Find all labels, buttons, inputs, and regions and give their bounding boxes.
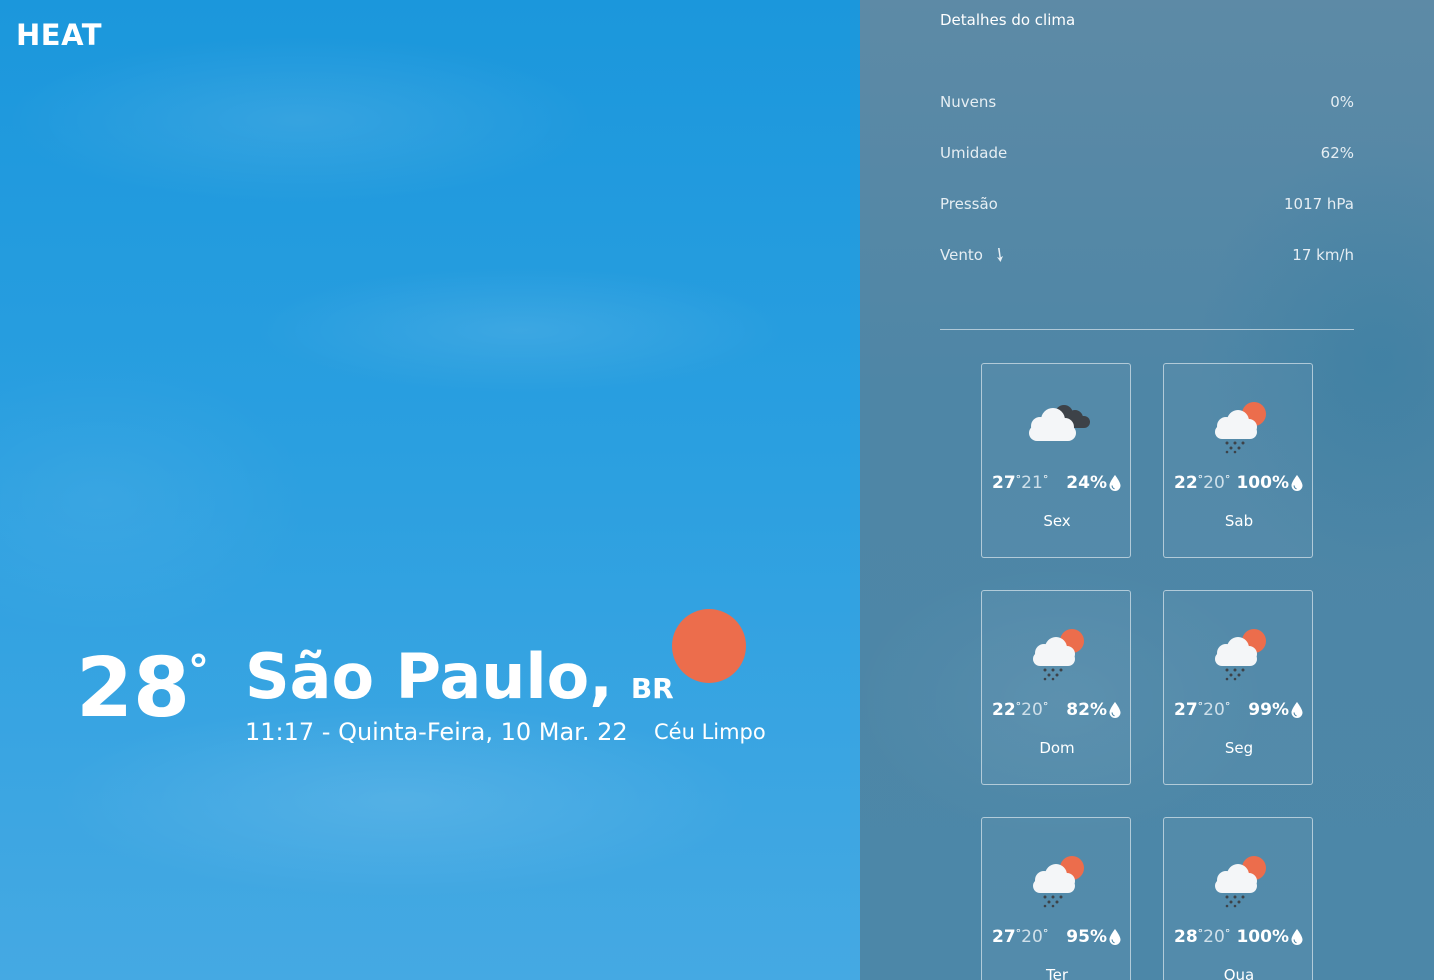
water-drop-icon [1109, 702, 1121, 718]
forecast-day: Sab [1224, 512, 1254, 530]
detail-label: Umidade [940, 144, 1008, 162]
detail-label: Vento [940, 246, 983, 264]
water-drop-icon [1109, 475, 1121, 491]
water-drop-icon [1109, 929, 1121, 945]
rain-sun-icon [1202, 396, 1276, 454]
forecast-day: Seg [1224, 739, 1254, 757]
degree-symbol: ° [1042, 700, 1049, 713]
forecast-day: Qua [1223, 966, 1255, 980]
min-temp: 20 [1021, 700, 1043, 720]
max-temp: 27 [1174, 700, 1198, 720]
min-temp: 20 [1203, 700, 1225, 720]
temp-range: 22°20° [1174, 473, 1230, 493]
detail-row-clouds: Nuvens 0% [940, 93, 1354, 111]
humidity: 100% [1236, 927, 1304, 947]
degree-symbol: ° [1224, 473, 1231, 486]
detail-row-pressure: Pressão 1017 hPa [940, 195, 1354, 213]
detail-label: Nuvens [940, 93, 997, 111]
detail-label: Pressão [940, 195, 998, 213]
temp-range: 22°20° [992, 700, 1048, 720]
wind-direction-arrow-icon [996, 248, 1003, 262]
forecast-card[interactable]: 22°20° 82% Dom [981, 590, 1131, 785]
details-divider [940, 329, 1354, 330]
temp-range: 28°20° [1174, 927, 1230, 947]
forecast-temps: 27°20° 95% [992, 927, 1122, 947]
detail-value: 17 km/h [1292, 246, 1354, 264]
humidity: 24% [1066, 473, 1122, 493]
app-logo[interactable]: HEAT [16, 18, 102, 52]
humidity-value: 95% [1066, 927, 1107, 947]
detail-row-humidity: Umidade 62% [940, 144, 1354, 162]
humidity-value: 82% [1066, 700, 1107, 720]
humidity: 100% [1236, 473, 1304, 493]
water-drop-icon [1291, 929, 1303, 945]
min-temp: 20 [1203, 927, 1225, 947]
forecast-card[interactable]: 27°20° 99% Seg [1163, 590, 1313, 785]
temp-range: 27°21° [992, 473, 1048, 493]
rain-sun-icon [1020, 623, 1094, 681]
humidity: 95% [1066, 927, 1122, 947]
weather-condition: Céu Limpo [654, 720, 766, 744]
humidity-value: 24% [1066, 473, 1107, 493]
min-temp: 21 [1021, 473, 1043, 493]
min-temp: 20 [1021, 927, 1043, 947]
forecast-temps: 22°20° 82% [992, 700, 1122, 720]
forecast-temps: 28°20° 100% [1174, 927, 1304, 947]
country-code: BR [630, 672, 674, 705]
detail-value: 0% [1330, 93, 1354, 111]
temp-range: 27°20° [992, 927, 1048, 947]
temp-range: 27°20° [1174, 700, 1230, 720]
degree-symbol: ° [1042, 473, 1049, 486]
max-temp: 27 [992, 927, 1016, 947]
degree-symbol: ° [1224, 700, 1231, 713]
details-panel: Detalhes do clima Nuvens 0% Umidade 62% … [860, 0, 1434, 980]
rain-sun-icon [1020, 850, 1094, 908]
max-temp: 22 [1174, 473, 1198, 493]
details-title: Detalhes do clima [940, 11, 1076, 29]
max-temp: 22 [992, 700, 1016, 720]
sun-icon [672, 609, 746, 683]
max-temp: 27 [992, 473, 1016, 493]
detail-row-wind: Vento 17 km/h [940, 246, 1354, 264]
detail-value: 62% [1320, 144, 1354, 162]
humidity: 82% [1066, 700, 1122, 720]
water-drop-icon [1291, 475, 1303, 491]
forecast-card[interactable]: 28°20° 100% Qua [1163, 817, 1313, 980]
humidity: 99% [1248, 700, 1304, 720]
cloudy-icon [1020, 396, 1094, 454]
forecast-card[interactable]: 27°21° 24% Sex [981, 363, 1131, 558]
humidity-value: 100% [1236, 473, 1289, 493]
city-name: São Paulo, [245, 640, 613, 713]
current-datetime: 11:17 - Quinta-Feira, 10 Mar. 22 [245, 718, 628, 746]
water-drop-icon [1291, 702, 1303, 718]
min-temp: 20 [1203, 473, 1225, 493]
degree-symbol: ° [1042, 927, 1049, 940]
humidity-value: 99% [1248, 700, 1289, 720]
forecast-temps: 22°20° 100% [1174, 473, 1304, 493]
sky-background [0, 0, 860, 980]
forecast-temps: 27°21° 24% [992, 473, 1122, 493]
humidity-value: 100% [1236, 927, 1289, 947]
max-temp: 28 [1174, 927, 1198, 947]
temperature-degree-symbol: ° [188, 646, 209, 695]
forecast-day: Sex [1043, 512, 1071, 530]
degree-symbol: ° [1224, 927, 1231, 940]
detail-label-wind: Vento [940, 246, 1007, 264]
detail-value: 1017 hPa [1283, 195, 1354, 213]
forecast-day: Dom [1039, 739, 1075, 757]
current-temperature: 28 [76, 641, 191, 736]
location: São Paulo, BR [245, 646, 674, 708]
forecast-card[interactable]: 22°20° 100% Sab [1163, 363, 1313, 558]
rain-sun-icon [1202, 850, 1276, 908]
forecast-day: Ter [1045, 966, 1068, 980]
forecast-temps: 27°20° 99% [1174, 700, 1304, 720]
forecast-card[interactable]: 27°20° 95% Ter [981, 817, 1131, 980]
rain-sun-icon [1202, 623, 1276, 681]
